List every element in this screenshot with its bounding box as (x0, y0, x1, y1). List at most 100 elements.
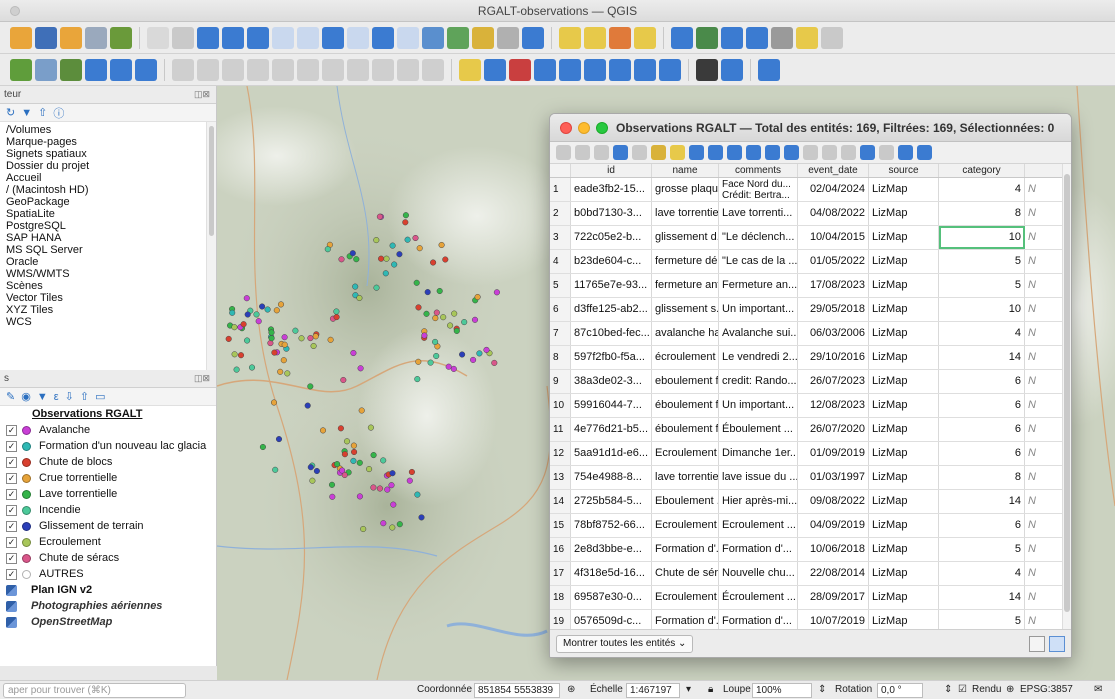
cell-comments[interactable]: Face Nord du... Crédit: Bertra... (719, 178, 798, 201)
observation-point[interactable] (334, 461, 341, 468)
cell-event-date[interactable]: 10/04/2015 (798, 226, 869, 249)
cell-category[interactable]: 14 (939, 586, 1025, 609)
cell-event-date[interactable]: 26/07/2020 (798, 418, 869, 441)
main-tool-icon[interactable] (634, 26, 656, 49)
observation-point[interactable] (390, 501, 397, 508)
observation-point[interactable] (383, 255, 390, 262)
remove-layer-icon[interactable]: ▭ (95, 390, 105, 403)
observation-point[interactable] (408, 468, 415, 476)
cell-id[interactable]: b23de604-c... (571, 250, 652, 273)
cell-source[interactable]: LizMap (869, 346, 939, 369)
attribute-tool-icon[interactable] (556, 145, 571, 160)
row-header[interactable]: 16 (550, 538, 571, 561)
loupe-field[interactable]: 100% (752, 683, 812, 698)
cell-extra[interactable]: N (1025, 370, 1064, 393)
observation-point[interactable] (433, 352, 440, 360)
coordinate-toggle-icon[interactable]: ⊛ (567, 684, 575, 695)
cell-source[interactable]: LizMap (869, 322, 939, 345)
observation-point[interactable] (418, 514, 425, 521)
cell-category[interactable]: 4 (939, 562, 1025, 585)
loupe-stepper[interactable]: ⇕ (818, 684, 826, 695)
observation-point[interactable] (415, 358, 422, 365)
observation-point[interactable] (349, 250, 356, 257)
observation-point[interactable] (353, 256, 360, 263)
attribute-tool-icon[interactable] (898, 145, 913, 160)
cell-category[interactable]: 5 (939, 610, 1025, 630)
cell-event-date[interactable]: 09/08/2022 (798, 490, 869, 513)
cell-comments[interactable]: Formation d'... (719, 610, 798, 630)
cell-name[interactable]: fermeture ant... (652, 274, 719, 297)
observation-point[interactable] (244, 311, 251, 318)
observation-point[interactable] (453, 327, 460, 334)
table-row[interactable]: 1578bf8752-66...Ecroulement ...Ecrouleme… (550, 514, 1064, 538)
layer-tool-icon[interactable] (696, 58, 718, 81)
crs-button[interactable]: EPSG:3857 (1020, 684, 1073, 695)
cell-source[interactable]: LizMap (869, 226, 939, 249)
layer-category-row[interactable]: ✓ Ecroulement (0, 534, 216, 550)
cell-extra[interactable]: N (1025, 322, 1064, 345)
browser-item[interactable]: SAP HANA (6, 232, 210, 244)
layer-category-row[interactable]: ✓ Crue torrentielle (0, 470, 216, 486)
observation-point[interactable] (376, 213, 383, 220)
cell-category[interactable]: 8 (939, 202, 1025, 225)
observation-point[interactable] (310, 342, 317, 350)
cell-name[interactable]: Ecroulement ... (652, 442, 719, 465)
table-row[interactable]: 511765e7e-93...fermeture ant...Fermeture… (550, 274, 1064, 298)
cell-event-date[interactable]: 02/04/2024 (798, 178, 869, 201)
cell-name[interactable]: eboulement f... (652, 370, 719, 393)
cell-id[interactable]: 754e4988-8... (571, 466, 652, 489)
attribute-tool-icon[interactable] (841, 145, 856, 160)
main-tool-icon[interactable] (522, 26, 544, 49)
cell-name[interactable]: avalanche ha... (652, 322, 719, 345)
cell-name[interactable]: glissement d... (652, 226, 719, 249)
cell-id[interactable]: 69587e30-0... (571, 586, 652, 609)
table-row[interactable]: 13754e4988-8...lave torrentie...lave iss… (550, 466, 1064, 490)
observation-point[interactable] (273, 307, 280, 314)
row-header[interactable]: 7 (550, 322, 571, 345)
observation-point[interactable] (483, 346, 490, 353)
observation-point[interactable] (384, 486, 391, 493)
cell-name[interactable]: éboulement f... (652, 394, 719, 417)
observation-point[interactable] (248, 364, 256, 371)
basemap-osm[interactable]: OpenStreetMap (0, 614, 216, 630)
cell-source[interactable]: LizMap (869, 250, 939, 273)
observation-point[interactable] (237, 352, 245, 359)
observation-point[interactable] (391, 261, 398, 268)
layer-tool-icon[interactable] (110, 58, 132, 81)
observation-point[interactable] (380, 520, 387, 527)
browser-item[interactable]: / (Macintosh HD) (6, 184, 210, 196)
cell-category[interactable]: 10 (939, 298, 1025, 321)
cell-extra[interactable]: N (1025, 490, 1064, 513)
cell-name[interactable]: Chute de sér... (652, 562, 719, 585)
observation-point[interactable] (402, 219, 409, 226)
observation-point[interactable] (339, 467, 346, 474)
browser-item[interactable]: Vector Tiles (6, 292, 210, 304)
cell-event-date[interactable]: 17/08/2023 (798, 274, 869, 297)
cell-category[interactable]: 6 (939, 370, 1025, 393)
visibility-checkbox[interactable]: ✓ (6, 424, 17, 436)
observation-point[interactable] (471, 316, 479, 323)
observation-point[interactable] (307, 464, 314, 471)
cell-name[interactable]: Formation d'... (652, 538, 719, 561)
observation-point[interactable] (272, 466, 279, 473)
observation-point[interactable] (225, 335, 232, 342)
layer-tool-icon[interactable] (172, 58, 194, 81)
cell-source[interactable]: LizMap (869, 298, 939, 321)
cell-event-date[interactable]: 28/09/2017 (798, 586, 869, 609)
cell-name[interactable]: écroulement ... (652, 346, 719, 369)
observation-point[interactable] (412, 234, 419, 242)
main-tool-icon[interactable] (422, 26, 444, 49)
observation-point[interactable] (424, 289, 431, 296)
observation-point[interactable] (268, 335, 275, 342)
observation-point[interactable] (309, 477, 316, 484)
observation-point[interactable] (233, 366, 240, 373)
layer-tool-icon[interactable] (222, 58, 244, 81)
observation-point[interactable] (281, 334, 288, 341)
observation-point[interactable] (328, 481, 336, 488)
observation-point[interactable] (304, 402, 311, 409)
observation-point[interactable] (493, 289, 500, 296)
attribute-tool-icon[interactable] (670, 145, 685, 160)
visibility-checkbox[interactable]: ✓ (6, 456, 17, 468)
cell-extra[interactable]: N (1025, 274, 1064, 297)
layer-tool-icon[interactable] (322, 58, 344, 81)
